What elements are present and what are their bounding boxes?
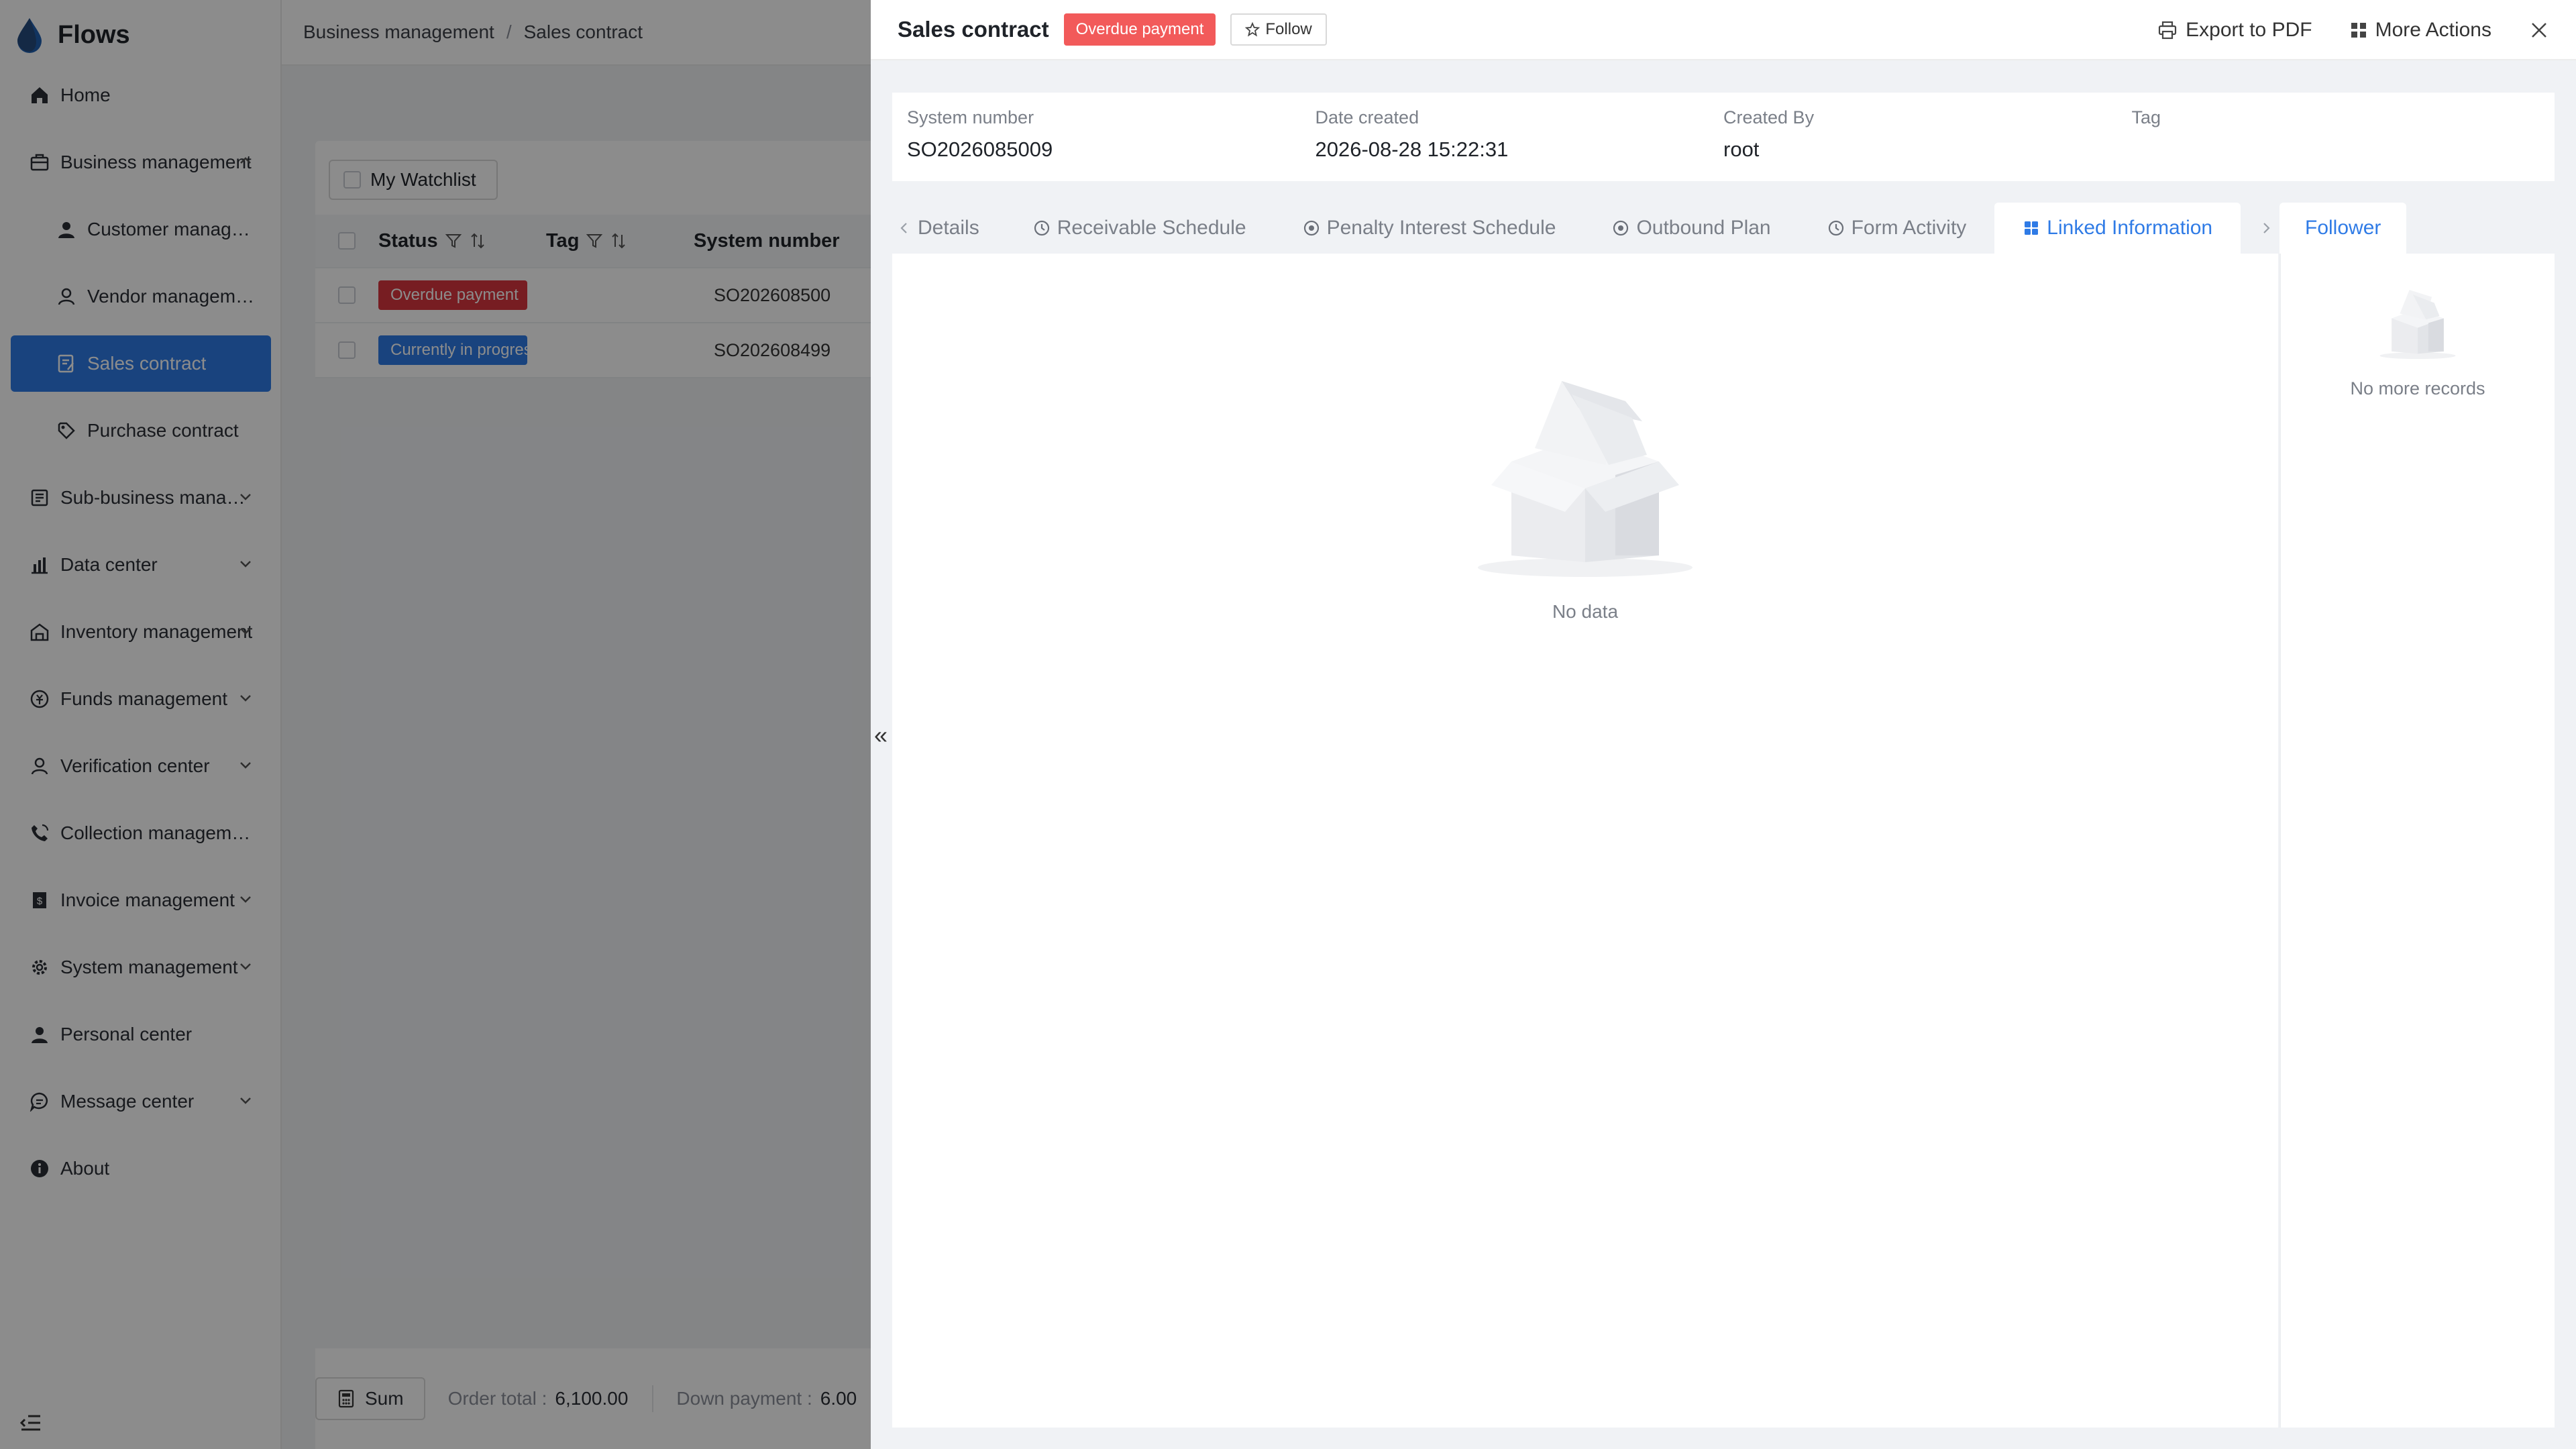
more-actions-label: More Actions — [2375, 19, 2491, 41]
tab-label: Details — [918, 217, 979, 239]
empty-box-icon — [2281, 280, 2555, 361]
drawer-header: Sales contract Overdue payment Follow Ex… — [871, 0, 2576, 60]
empty-state: No data — [1471, 354, 1699, 623]
follower-empty-state: No more records — [2281, 280, 2555, 399]
info-value: 2026-08-28 15:22:31 — [1315, 138, 1509, 161]
detail-tabs: Details Receivable Schedule Penalty Inte… — [892, 203, 2278, 254]
clock-icon — [1033, 219, 1051, 237]
drawer-title: Sales contract — [898, 17, 1049, 42]
tab-details[interactable]: Details — [892, 203, 1005, 254]
grid-icon — [2023, 219, 2040, 237]
detail-drawer: Sales contract Overdue payment Follow Ex… — [871, 0, 2576, 1449]
coin-icon — [1612, 219, 1629, 237]
tab-label: Outbound Plan — [1636, 217, 1771, 239]
info-created-by: Created By root — [1723, 107, 2132, 166]
info-system-number: System number SO2026085009 — [907, 107, 1316, 166]
empty-box-icon — [1471, 354, 1699, 582]
info-value: root — [1723, 138, 1760, 161]
tab-penalty-interest-schedule[interactable]: Penalty Interest Schedule — [1275, 203, 1585, 254]
tab-label: Form Activity — [1851, 217, 1967, 239]
info-label: Tag — [2131, 107, 2161, 127]
summary-info-card: System number SO2026085009 Date created … — [892, 93, 2555, 181]
coin-icon — [1303, 219, 1320, 237]
info-label: System number — [907, 107, 1034, 127]
tab-outbound-plan[interactable]: Outbound Plan — [1584, 203, 1799, 254]
drawer-actions: Export to PDF More Actions — [2120, 13, 2549, 47]
export-pdf-button[interactable]: Export to PDF — [2157, 19, 2312, 42]
tab-label: Receivable Schedule — [1057, 217, 1246, 239]
grid-icon — [2350, 21, 2367, 39]
drawer-collapse-toggle[interactable]: « — [871, 721, 891, 749]
tab-label: Linked Information — [2047, 217, 2213, 239]
no-more-records-text: No more records — [2350, 378, 2485, 398]
tab-linked-information[interactable]: Linked Information — [1994, 203, 2241, 254]
close-button[interactable] — [2529, 20, 2549, 40]
tab-label: Penalty Interest Schedule — [1326, 217, 1556, 239]
info-tag: Tag — [2132, 107, 2540, 166]
double-chevron-left-icon: « — [873, 721, 888, 749]
tab-panel-linked-information: No data — [892, 254, 2278, 1428]
more-actions-button[interactable]: More Actions — [2350, 19, 2491, 42]
follow-button[interactable]: Follow — [1230, 13, 1327, 46]
star-icon — [1245, 22, 1260, 37]
chevron-right-icon — [2259, 220, 2273, 236]
clock-icon — [1827, 219, 1845, 237]
tab-follower[interactable]: Follower — [2279, 203, 2407, 254]
follower-panel: No more records — [2279, 254, 2555, 1428]
export-label: Export to PDF — [2186, 19, 2312, 41]
printer-icon — [2157, 20, 2178, 40]
info-value: SO2026085009 — [907, 138, 1053, 161]
follow-label: Follow — [1265, 20, 1312, 38]
tab-receivable-schedule[interactable]: Receivable Schedule — [1005, 203, 1275, 254]
modal-overlay[interactable] — [0, 0, 871, 1449]
info-label: Date created — [1315, 107, 1419, 127]
tab-form-activity[interactable]: Form Activity — [1799, 203, 1995, 254]
tab-label: Follower — [2305, 217, 2381, 239]
tabs-scroll-right[interactable] — [2259, 203, 2273, 254]
close-icon — [2529, 20, 2549, 40]
info-date-created: Date created 2026-08-28 15:22:31 — [1316, 107, 1724, 166]
info-label: Created By — [1723, 107, 1815, 127]
empty-state-text: No data — [1552, 601, 1619, 622]
status-badge: Overdue payment — [1063, 13, 1216, 46]
